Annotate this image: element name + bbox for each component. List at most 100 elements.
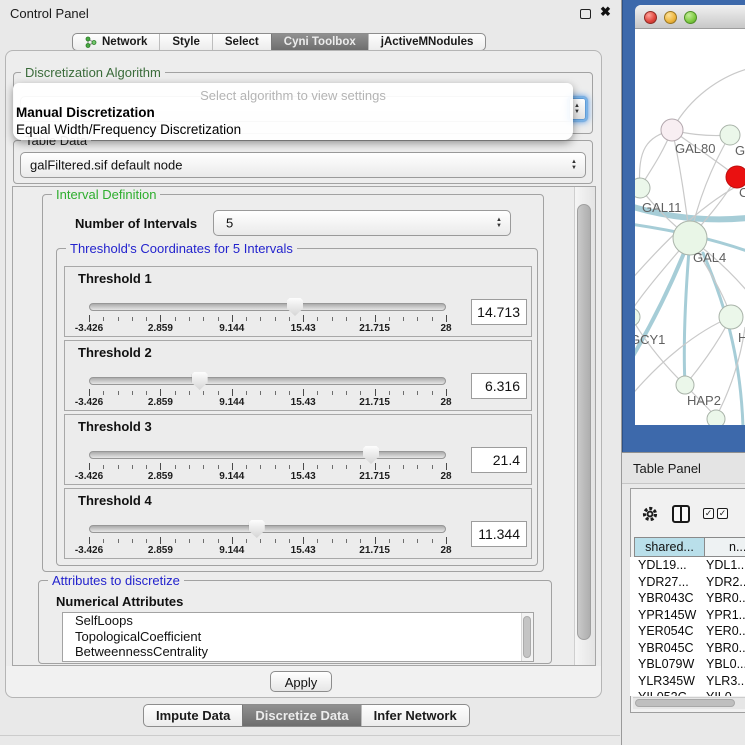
node-label: G <box>735 143 745 158</box>
table-row[interactable]: YBR043CYBR0... <box>630 590 745 607</box>
tick-mark <box>175 391 176 395</box>
bottom-tab-infer-network[interactable]: Infer Network <box>361 705 469 726</box>
threshold-slider-track[interactable] <box>89 377 446 385</box>
tick-mark <box>389 465 390 469</box>
vertical-scrollbar-thumb[interactable] <box>577 204 591 640</box>
tick-mark <box>89 463 90 470</box>
split-panel-icon[interactable] <box>672 505 690 523</box>
bottom-tab-impute-data[interactable]: Impute Data <box>144 705 242 726</box>
number-of-intervals-combo[interactable]: 5 ▲▼ <box>213 210 511 236</box>
network-node-hap2[interactable] <box>676 376 694 394</box>
threshold-value-field[interactable]: 14.713 <box>471 299 527 325</box>
network-canvas[interactable]: GAL80GCGAL11GAL4GCY1HHAP2 <box>635 29 745 425</box>
tab-label: Network <box>102 36 147 48</box>
tab-select[interactable]: Select <box>212 34 271 50</box>
checkbox-icon[interactable]: ✓ <box>717 508 728 519</box>
tab-style[interactable]: Style <box>159 34 212 50</box>
tick-label: 2.859 <box>130 545 190 556</box>
network-node-h[interactable] <box>719 305 743 329</box>
tab-cyni-toolbox[interactable]: Cyni Toolbox <box>271 34 368 50</box>
tick-mark <box>132 391 133 395</box>
table-horizontal-scrollbar-thumb[interactable] <box>635 699 735 707</box>
table-row[interactable]: YIL052CYIL0... <box>630 689 745 696</box>
threshold-slider-thumb[interactable] <box>249 520 265 538</box>
threshold-panel: Threshold 1-3.4262.8599.14415.4321.71528… <box>64 266 532 337</box>
threshold-slider-track[interactable] <box>89 451 446 459</box>
apply-button[interactable]: Apply <box>270 671 332 692</box>
threshold-value-field[interactable]: 6.316 <box>471 373 527 399</box>
network-window-titlebar[interactable] <box>635 5 745 29</box>
float-window-icon[interactable] <box>580 9 591 19</box>
threshold-slider-track[interactable] <box>89 303 446 311</box>
tick-mark <box>360 317 361 321</box>
numerical-attributes-list[interactable]: SelfLoopsTopologicalCoefficientBetweenne… <box>62 612 534 662</box>
tick-mark <box>132 465 133 469</box>
window-title: Control Panel <box>10 6 89 21</box>
tick-label: 28 <box>416 471 476 482</box>
tick-mark <box>346 465 347 469</box>
gear-icon[interactable] <box>641 505 659 523</box>
zoom-traffic-light-icon[interactable] <box>684 11 697 24</box>
threshold-slider-track[interactable] <box>89 525 446 533</box>
tick-mark <box>360 391 361 395</box>
node-label: H <box>738 330 745 345</box>
table-data-combo[interactable]: galFiltered.sif default node ▲▼ <box>20 152 586 178</box>
cell-name: YBL0... <box>706 656 745 673</box>
table-row[interactable]: YBL079WYBL0... <box>630 656 745 673</box>
list-item-selfloops[interactable]: SelfLoops <box>63 613 533 629</box>
table-row[interactable]: YLR345WYLR3... <box>630 673 745 690</box>
threshold-slider-thumb[interactable] <box>363 446 379 464</box>
cell-name: YIL0... <box>706 689 742 696</box>
bottom-tab-bar: Impute DataDiscretize Data Infer Network <box>143 704 470 727</box>
tick-label: 2.859 <box>130 323 190 334</box>
attributes-list-scrollbar-thumb[interactable] <box>523 616 531 658</box>
table-row[interactable]: YBR045CYBR0... <box>630 640 745 657</box>
tick-mark <box>189 317 190 321</box>
tick-mark <box>446 537 447 544</box>
node-label: GCY1 <box>635 332 665 347</box>
table-row[interactable]: YDR27...YDR2... <box>630 574 745 591</box>
checkbox-icon[interactable]: ✓ <box>703 508 714 519</box>
tick-label: 21.715 <box>345 545 405 556</box>
threshold-slider-thumb[interactable] <box>192 372 208 390</box>
close-traffic-light-icon[interactable] <box>644 11 657 24</box>
tick-mark <box>432 391 433 395</box>
minimize-traffic-light-icon[interactable] <box>664 11 677 24</box>
table-row[interactable]: YPR145WYPR1... <box>630 607 745 624</box>
tick-mark <box>289 317 290 321</box>
table-data-combo-value: galFiltered.sif default node <box>30 158 182 173</box>
tab-jactivemnodules[interactable]: jActiveMNodules <box>368 34 486 50</box>
column-header-shared-name[interactable]: shared... <box>634 537 705 557</box>
bottom-tab-label: Infer Network <box>374 708 457 723</box>
tick-mark <box>389 539 390 543</box>
tab-network[interactable]: Network <box>73 34 159 50</box>
tick-mark <box>275 465 276 469</box>
close-icon[interactable]: ✖ <box>600 4 611 20</box>
tick-mark <box>218 391 219 395</box>
dropdown-item-equal-width-frequency-discretization[interactable]: Equal Width/Frequency Discretization <box>16 122 241 137</box>
tick-mark <box>332 391 333 395</box>
threshold-value-field[interactable]: 11.344 <box>471 521 527 547</box>
network-node-gal11[interactable] <box>635 178 650 198</box>
top-tab-bar: Network StyleSelectCyni ToolboxjActiveMNo… <box>72 33 486 51</box>
bottom-tab-discretize-data[interactable]: Discretize Data <box>242 705 360 726</box>
list-item-betweennesscentrality[interactable]: BetweennessCentrality <box>63 644 533 660</box>
cell-name: YBR0... <box>706 590 745 607</box>
table-row[interactable]: YDL19...YDL1... <box>630 557 745 574</box>
network-node[interactable] <box>707 410 725 425</box>
column-header-name[interactable]: n... <box>704 537 745 557</box>
tick-mark <box>303 463 304 470</box>
table-row[interactable]: YER054CYER0... <box>630 623 745 640</box>
tick-mark <box>289 465 290 469</box>
cell-name: YPR1... <box>706 607 745 624</box>
network-node-gcy1[interactable] <box>635 308 640 326</box>
network-node-gal80[interactable] <box>661 119 683 141</box>
divider <box>0 735 620 736</box>
threshold-value-field[interactable]: 21.4 <box>471 447 527 473</box>
network-node-g[interactable] <box>720 125 740 145</box>
list-item-topologicalcoefficient[interactable]: TopologicalCoefficient <box>63 629 533 645</box>
tick-mark <box>289 539 290 543</box>
tick-mark <box>103 317 104 321</box>
dropdown-item-manual-discretization[interactable]: Manual Discretization <box>16 105 155 120</box>
threshold-slider-thumb[interactable] <box>287 298 303 316</box>
